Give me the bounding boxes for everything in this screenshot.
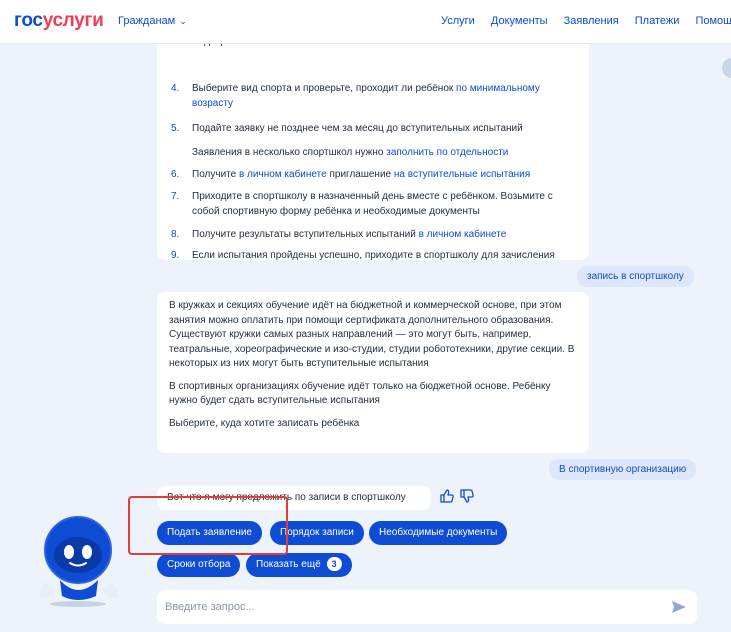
send-arrow-icon[interactable]: [671, 599, 687, 615]
thumbs-up-icon[interactable]: [439, 488, 455, 504]
side-scroll-button[interactable]: [722, 58, 731, 78]
step-text-main: Получите результаты вступительных испыта…: [192, 229, 419, 240]
chat-input-container: [157, 590, 697, 624]
highlight-rectangle: [128, 496, 288, 555]
step-text-main: Получите: [192, 169, 239, 180]
step-number: 7.: [171, 191, 180, 202]
chat-query-input[interactable]: [165, 596, 645, 618]
nav-item-payments[interactable]: Платежи: [635, 15, 680, 27]
info-paragraph: Выберите, куда хотите записать ребёнка: [169, 417, 360, 429]
step-text: Выберите вид спорта и проверьте, проходи…: [192, 82, 582, 111]
step-number: 9.: [171, 250, 180, 260]
user-message: запись в спортшколу: [577, 266, 694, 287]
step-text: Если испытания пройдены успешно, приходи…: [192, 250, 555, 260]
citizens-dropdown[interactable]: Гражданам ⌄: [118, 15, 187, 27]
step-text: Подайте заявку не позднее чем за месяц д…: [192, 123, 523, 134]
entrance-tests-link[interactable]: на вступительные испытания: [394, 169, 530, 180]
show-more-button[interactable]: Показать ещё 3: [246, 553, 352, 577]
nav-item-applications[interactable]: Заявления: [564, 15, 619, 27]
chevron-down-icon: ⌄: [179, 16, 187, 26]
bot-message-info: В кружках и секциях обучение идёт на бюд…: [157, 292, 589, 453]
user-message: В спортивную организацию: [549, 459, 697, 480]
bot-message-steps: 4. Выберите вид спорта и проверьте, прох…: [157, 30, 589, 260]
top-navigation: Услуги Документы Заявления Платежи Помощ…: [441, 15, 731, 27]
step-number: 4.: [171, 83, 180, 94]
thumbs-down-icon[interactable]: [459, 488, 475, 504]
info-paragraph: В спортивных организациях обучение идёт …: [169, 380, 551, 407]
step-number: 5.: [171, 123, 180, 134]
step-text-middle: приглашение: [326, 169, 394, 180]
step-text: Приходите в спортшколу в назначенный ден…: [192, 191, 553, 217]
robot-assistant-avatar: [26, 500, 136, 610]
selection-deadlines-button[interactable]: Сроки отбора: [157, 553, 241, 577]
step-text: Получите в личном кабинете приглашение н…: [192, 168, 582, 183]
nav-item-documents[interactable]: Документы: [491, 15, 548, 27]
nav-item-help[interactable]: Помощь: [695, 15, 731, 27]
logo-part-gos: гос: [14, 10, 43, 31]
info-paragraph: В кружках и секциях обучение идёт на бюд…: [169, 300, 575, 369]
step-text: Получите результаты вступительных испыта…: [192, 228, 582, 243]
more-count-badge: 3: [326, 557, 342, 571]
personal-account-link[interactable]: в личном кабинете: [419, 229, 507, 240]
step-note-main: Заявления в несколько спортшкол нужно: [192, 147, 387, 158]
nav-item-services[interactable]: Услуги: [441, 15, 475, 27]
step-note: Заявления в несколько спортшкол нужно за…: [192, 146, 582, 161]
step-number: 8.: [171, 229, 180, 240]
required-documents-button[interactable]: Необходимые документы: [369, 521, 508, 545]
fill-separately-link[interactable]: заполнить по отдельности: [386, 147, 508, 158]
gosuslugi-logo[interactable]: госуслуги: [14, 10, 104, 32]
logo-part-uslugi: услуги: [42, 10, 104, 31]
step-text-main: Выберите вид спорта и проверьте, проходи…: [192, 83, 457, 94]
personal-account-link[interactable]: в личном кабинете: [239, 169, 327, 180]
citizens-label: Гражданам: [118, 15, 176, 27]
show-more-label: Показать ещё: [256, 559, 321, 570]
site-header: госуслуги Гражданам ⌄ Услуги Документы За…: [0, 0, 731, 44]
step-number: 6.: [171, 169, 180, 180]
